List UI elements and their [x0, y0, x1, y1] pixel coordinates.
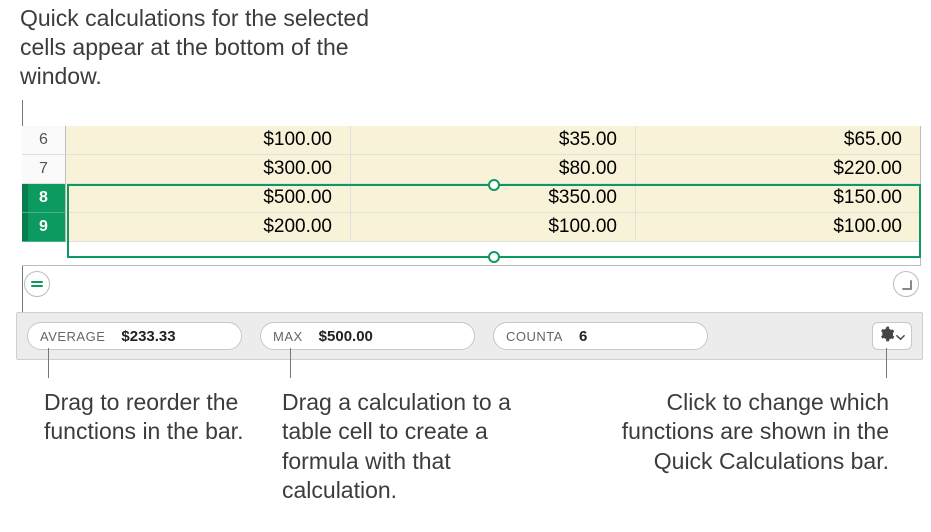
row-cells: $500.00 $350.00 $150.00	[66, 184, 920, 213]
table-row: 7 $300.00 $80.00 $220.00	[22, 155, 920, 184]
cell[interactable]: $150.00	[636, 184, 920, 212]
cell[interactable]: $80.00	[351, 155, 636, 183]
row-header-7[interactable]: 7	[22, 155, 66, 184]
cell[interactable]: $100.00	[636, 213, 920, 241]
callout-leader-line	[48, 348, 49, 378]
callout-leader-line	[290, 348, 291, 378]
quick-calculations-bar: AVERAGE $233.33 MAX $500.00 COUNTA 6	[16, 312, 923, 360]
quickcalc-value: 6	[579, 328, 587, 345]
row-cells: $100.00 $35.00 $65.00	[66, 126, 920, 155]
quickcalc-max-pill[interactable]: MAX $500.00	[260, 322, 475, 350]
cell[interactable]: $35.00	[351, 126, 636, 154]
table-resize-handle-icon[interactable]	[893, 271, 919, 297]
quickcalc-counta-pill[interactable]: COUNTA 6	[493, 322, 708, 350]
row-header-9-selected[interactable]: 9	[22, 213, 66, 242]
spreadsheet-table: 6 $100.00 $35.00 $65.00 7 $300.00 $80.00…	[22, 126, 921, 266]
callout-change-functions: Click to change which functions are show…	[599, 388, 889, 476]
table-row: 8 $500.00 $350.00 $150.00	[22, 184, 920, 213]
row-header-6[interactable]: 6	[22, 126, 66, 155]
chevron-down-icon	[896, 326, 905, 347]
quickcalc-label: AVERAGE	[40, 329, 105, 344]
table-row: 9 $200.00 $100.00 $100.00	[22, 213, 920, 242]
callout-drag-reorder: Drag to reorder the functions in the bar…	[44, 388, 264, 447]
quickcalc-label: MAX	[273, 329, 303, 344]
quickcalc-value: $233.33	[121, 328, 175, 345]
cell[interactable]: $500.00	[66, 184, 351, 212]
cell[interactable]: $350.00	[351, 184, 636, 212]
callout-quick-calc-description: Quick calculations for the selected cell…	[20, 4, 380, 90]
callout-leader-line	[886, 348, 887, 378]
quickcalc-settings-button[interactable]	[872, 322, 912, 350]
table-row: 6 $100.00 $35.00 $65.00	[22, 126, 920, 155]
cell[interactable]: $200.00	[66, 213, 351, 241]
callout-drag-to-cell: Drag a calculation to a table cell to cr…	[282, 388, 557, 506]
cell[interactable]: $100.00	[351, 213, 636, 241]
cell[interactable]: $220.00	[636, 155, 920, 183]
cell[interactable]: $65.00	[636, 126, 920, 154]
gear-icon	[879, 326, 895, 347]
quickcalc-label: COUNTA	[506, 329, 563, 344]
row-cells: $200.00 $100.00 $100.00	[66, 213, 920, 242]
row-cells: $300.00 $80.00 $220.00	[66, 155, 920, 184]
quickcalc-average-pill[interactable]: AVERAGE $233.33	[27, 322, 242, 350]
row-header-8-selected[interactable]: 8	[22, 184, 66, 213]
cell[interactable]: $300.00	[66, 155, 351, 183]
add-row-handle-icon[interactable]	[24, 271, 50, 297]
cell[interactable]: $100.00	[66, 126, 351, 154]
quickcalc-value: $500.00	[319, 328, 373, 345]
